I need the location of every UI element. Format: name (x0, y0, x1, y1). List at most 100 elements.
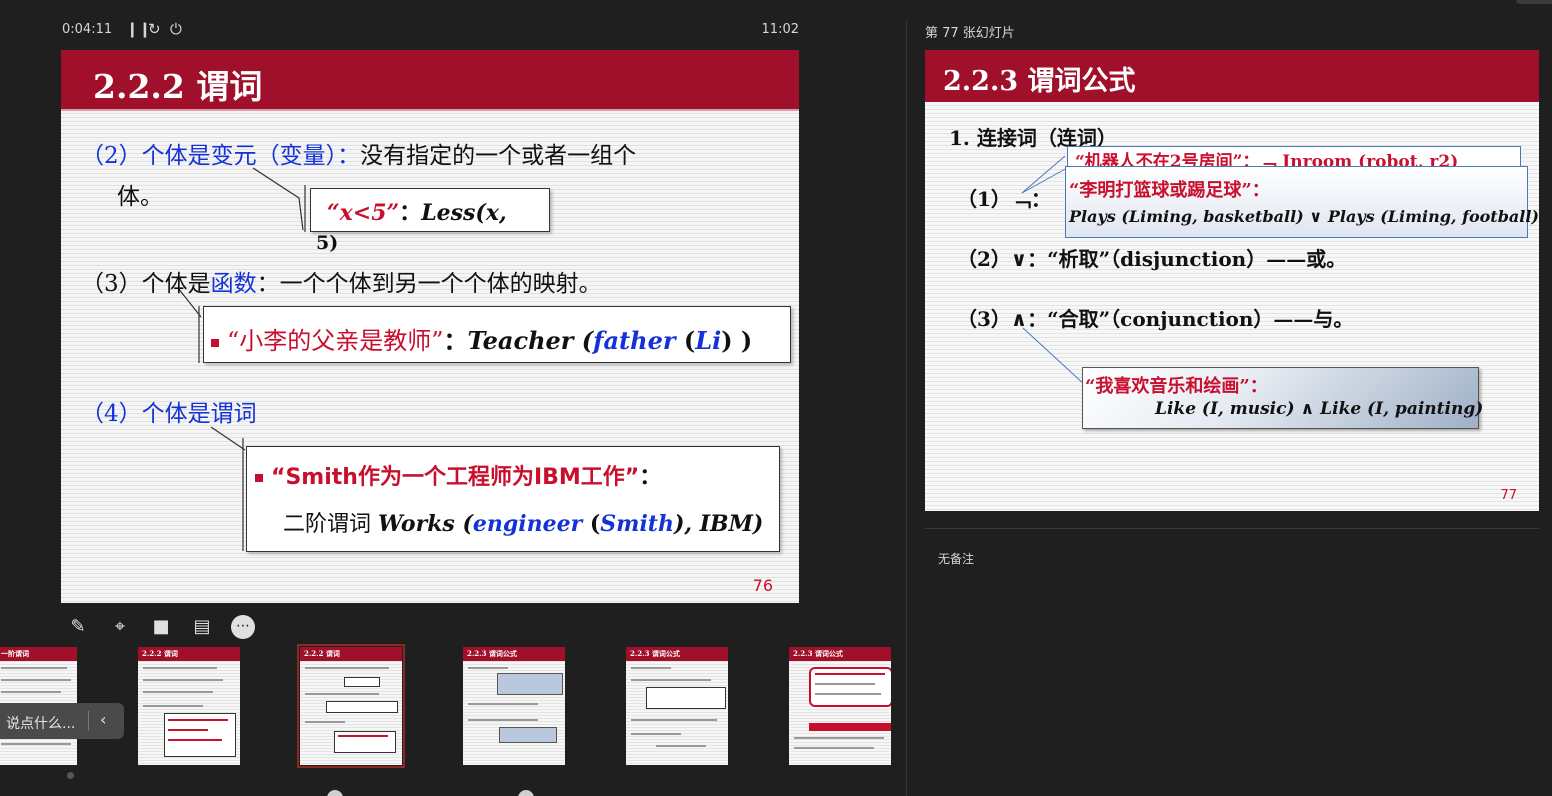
next-row-2-text: “析取”（disjunction）——或。 (1047, 247, 1347, 271)
thumbnail-line (631, 667, 671, 669)
example-2-formula-a: Teacher ( (467, 326, 594, 355)
next-callout-lines (1021, 155, 1086, 386)
example-1-formula-cont: 5) (316, 232, 339, 254)
panel-divider (906, 20, 907, 796)
current-slide[interactable]: 2.2.2 谓词 （2）个体是变元（变量）：没有指定的一个或者一组个 体。 “x… (61, 50, 799, 603)
item-4: （4）个体是谓词 (81, 394, 257, 428)
example-3-formula-a: Works ( (378, 511, 473, 537)
next-row-3: （3）∧：“合取”（conjunction）——与。 (957, 303, 1353, 332)
example-3-line-1: “Smith作为一个工程师为IBM工作”： (255, 459, 661, 491)
thumbnail-line (305, 667, 389, 669)
item-3: （3）个体是函数：一个个体到另一个个体的映射。 (81, 264, 602, 298)
thumbnail-line (143, 679, 223, 681)
bullet-square (211, 338, 219, 347)
thumbnail-title: 2.2.3 谓词公式 (793, 649, 843, 658)
example-1-colon: ： (399, 200, 422, 226)
thumbnail-slide-current[interactable]: 2.2.2 谓词 (297, 644, 405, 768)
chevron-left-icon[interactable]: ‹ (100, 710, 106, 729)
next-callout-2-quote: “李明打篮球或踢足球”： (1069, 180, 1270, 201)
thumbnail-red-line (338, 735, 388, 737)
item-3-keyword: 函数 (210, 271, 257, 297)
scroll-knob[interactable] (327, 790, 343, 796)
thumbnail-line (143, 667, 217, 669)
thumbnail-line (305, 721, 345, 723)
example-2-colon: ： (443, 326, 468, 355)
example-3-formula-d: Smith (600, 511, 674, 537)
power-icon[interactable]: ⏻ (170, 20, 182, 38)
example-1-quote: “x<5” (327, 200, 400, 226)
example-2-formula-b: father (593, 326, 676, 355)
thumbnail-box (326, 701, 398, 713)
example-2-line: “小李的父亲是教师”：Teacher (father (Li) ) (211, 321, 752, 356)
item-2: （2）个体是变元（变量）：没有指定的一个或者一组个 (81, 136, 636, 170)
next-row-2-label: （2）∨： (957, 247, 1048, 271)
item-4-prefix: （4）个体是 (81, 401, 211, 427)
comment-divider (88, 711, 89, 731)
example-3-formula-e: ), IBM) (673, 511, 764, 537)
restart-icon[interactable]: ↻ (148, 20, 161, 38)
thumbnail-title: 2.2.3 谓词公式 (467, 649, 517, 658)
thumbnail-slide[interactable]: 2.2.3 谓词公式 (463, 647, 565, 765)
next-callout-3-formula: Like (I, music) ∧ Like (I, painting) (1155, 399, 1484, 419)
thumbnail-line (1, 667, 67, 669)
thumbnail-box (344, 677, 380, 687)
thumbnail-box (497, 673, 563, 695)
item-4-keyword: 谓词 (210, 401, 257, 427)
bullet-square (255, 474, 263, 482)
slide-number: 76 (752, 576, 773, 595)
next-callout-3-quote: “我喜欢音乐和绘画”： (1085, 376, 1268, 397)
next-row-1-label: （1）﹁： (957, 187, 1051, 211)
thumbnail-title: 2.2.2 谓词 (304, 649, 340, 658)
page-dot (67, 772, 74, 779)
item-2-prefix: （2）个体是变元（变量）： (81, 143, 361, 169)
thumbnail-slide[interactable]: 2.2.2 谓词 (138, 647, 240, 765)
camera-icon[interactable]: ■ (149, 615, 173, 639)
next-row-3-text: “合取”（conjunction）——与。 (1047, 307, 1354, 331)
thumbnail-red-line (168, 739, 222, 741)
thumbnail-line (631, 719, 717, 721)
thumbnail-line (468, 719, 538, 721)
example-3-colon: ： (639, 465, 662, 490)
presenter-toolbar: 0:04:11 ❙❙ ↻ ⏻ 11:02 (62, 20, 799, 42)
next-callout-2-formula: Plays (Liming, basketball) ∨ Plays (Limi… (1069, 207, 1539, 226)
thumbnail-title: 一阶谓词 (1, 649, 29, 658)
example-1-formula: Less(x, (421, 200, 507, 226)
example-3-quote: “Smith作为一个工程师为IBM工作” (271, 465, 640, 490)
thumbnail-box (499, 727, 557, 743)
thumbnail-line (468, 667, 508, 669)
subtitle-icon[interactable]: ▤ (190, 615, 214, 639)
pen-icon[interactable]: ✎ (66, 615, 90, 639)
thumbnail-title: 2.2.2 谓词 (142, 649, 178, 658)
next-slide-number: 77 (1500, 488, 1517, 503)
item-3-prefix: （3）个体是 (81, 271, 211, 297)
thumbnail-line (305, 693, 379, 695)
thumbnail-line (143, 691, 213, 693)
thumbnail-red-line (168, 719, 228, 721)
next-slide-preview[interactable]: 2.2.3 谓词公式 1. 连接词（连词） “机器人不在2号房间”：﹁ Inro… (925, 50, 1539, 511)
example-2-formula-d: Li (695, 326, 722, 355)
thumbnail-line (1, 743, 71, 745)
example-3-formula-c: ( (582, 511, 601, 537)
thumbnail-slide[interactable]: 2.2.3 谓词公式 (626, 647, 728, 765)
zoom-icon[interactable]: ⌖ (108, 615, 132, 639)
thumbnail-line (631, 679, 711, 681)
thumbnail-line (794, 737, 884, 739)
thumbnail-line (656, 745, 706, 747)
more-icon[interactable]: ⋯ (231, 615, 255, 639)
thumbnail-slide[interactable]: 2.2.3 谓词公式 (789, 647, 891, 765)
comment-input[interactable]: 说点什么... ‹ (0, 703, 124, 739)
example-1-line: “x<5”：Less(x, (327, 195, 507, 227)
thumbnail-line (794, 747, 874, 749)
current-time: 11:02 (761, 22, 799, 37)
thumbnail-line (815, 683, 875, 685)
example-2-quote: “小李的父亲是教师” (227, 327, 444, 355)
thumbnail-line (468, 703, 538, 705)
scroll-knob[interactable] (518, 790, 534, 796)
window-corner (1516, 0, 1552, 4)
item-2-text: 没有指定的一个或者一组个 (360, 143, 637, 169)
thumbnail-box (646, 687, 726, 709)
example-2-formula-e: ) ) (721, 326, 753, 355)
speaker-notes: 无备注 (938, 552, 975, 566)
example-3-formula-b: engineer (472, 511, 583, 537)
comment-placeholder: 说点什么... (6, 716, 76, 732)
